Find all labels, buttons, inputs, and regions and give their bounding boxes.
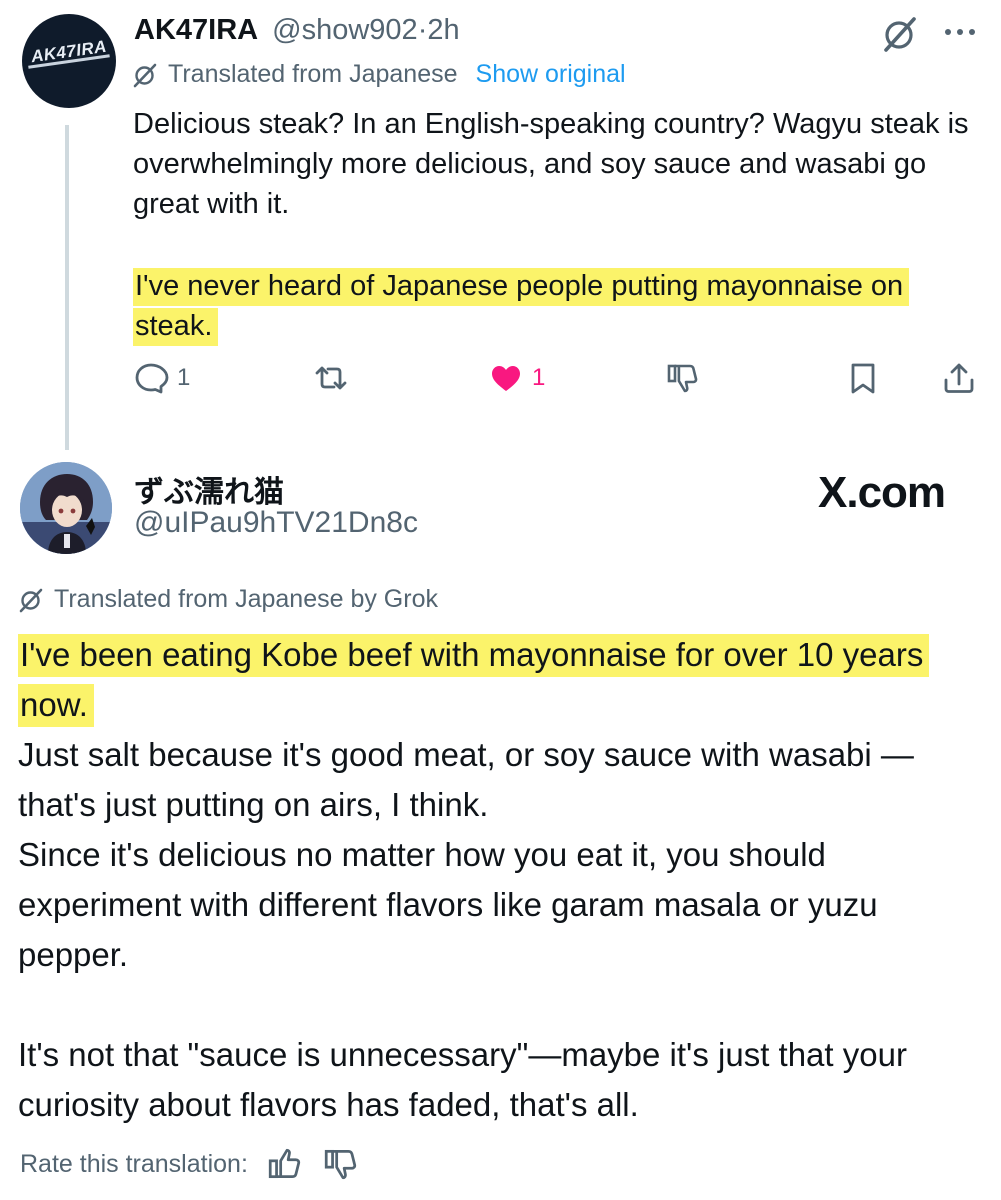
highlighted-text: I've been eating Kobe beef with mayonnai… <box>18 634 930 727</box>
translated-from-label: Translated from Japanese <box>168 60 458 88</box>
thumbs-down-icon[interactable] <box>322 1145 360 1183</box>
header-separator: · <box>417 14 428 46</box>
thumbs-down-icon <box>667 364 698 393</box>
display-name[interactable]: AK47IRA <box>134 14 258 46</box>
post-time[interactable]: 2h <box>427 14 459 46</box>
show-original-link[interactable]: Show original <box>476 60 626 89</box>
reply-count: 1 <box>177 364 191 391</box>
anime-avatar-image <box>20 462 112 554</box>
grok-translate-icon <box>133 63 157 87</box>
tweet-paragraph: Delicious steak? In an English-speaking … <box>133 108 969 220</box>
highlighted-text: I've never heard of Japanese people putt… <box>133 268 910 346</box>
like-count: 1 <box>532 364 546 391</box>
translation-notice: Translated from Japanese Show original <box>132 60 626 89</box>
share-icon <box>944 363 974 393</box>
rate-translation-label: Rate this translation: <box>20 1149 248 1178</box>
share-button[interactable] <box>941 360 977 396</box>
rate-translation-row: Rate this translation: <box>20 1145 360 1183</box>
grok-icon[interactable] <box>880 14 920 54</box>
tweet-header: AK47IRA @show902·2h <box>134 14 460 47</box>
highlighted-paragraph: I've been eating Kobe beef with mayonnai… <box>18 630 933 730</box>
heart-filled-icon <box>492 366 520 391</box>
thread-connector-line <box>65 125 69 450</box>
reply-icon <box>135 363 169 394</box>
display-name[interactable]: ずぶ濡れ猫 <box>134 467 284 511</box>
highlighted-paragraph: I've never heard of Japanese people putt… <box>133 266 983 346</box>
tweet-paragraph: Just salt because it's good meat, or soy… <box>18 736 914 823</box>
repost-icon <box>315 366 347 390</box>
tweet-text: I've been eating Kobe beef with mayonnai… <box>18 630 978 1130</box>
avatar[interactable] <box>20 462 112 554</box>
tweet-paragraph: It's not that "sauce is unnecessary"—may… <box>18 1036 907 1123</box>
tweet-actions-bar: 1 1 <box>133 360 983 404</box>
x-com-watermark: X.com <box>818 468 946 517</box>
grok-translate-icon <box>19 588 43 612</box>
bookmark-button[interactable] <box>845 360 881 396</box>
tweet-text: Delicious steak? In an English-speaking … <box>133 104 983 346</box>
dislike-button[interactable] <box>665 360 701 396</box>
translation-notice: Translated from Japanese by Grok <box>18 585 438 614</box>
reply-button[interactable]: 1 <box>133 360 190 396</box>
bookmark-icon <box>851 363 875 394</box>
tweet-paragraph: Since it's delicious no matter how you e… <box>18 836 878 973</box>
avatar[interactable]: AK47IRA <box>22 14 116 108</box>
more-options-icon[interactable] <box>940 20 980 44</box>
like-button[interactable]: 1 <box>488 360 545 396</box>
repost-button[interactable] <box>313 360 349 396</box>
translated-from-label: Translated from Japanese by Grok <box>54 585 438 613</box>
thumbs-up-icon[interactable] <box>266 1145 304 1183</box>
user-handle[interactable]: @show902 <box>272 14 418 46</box>
user-handle[interactable]: @uIPau9hTV21Dn8c <box>134 506 418 540</box>
